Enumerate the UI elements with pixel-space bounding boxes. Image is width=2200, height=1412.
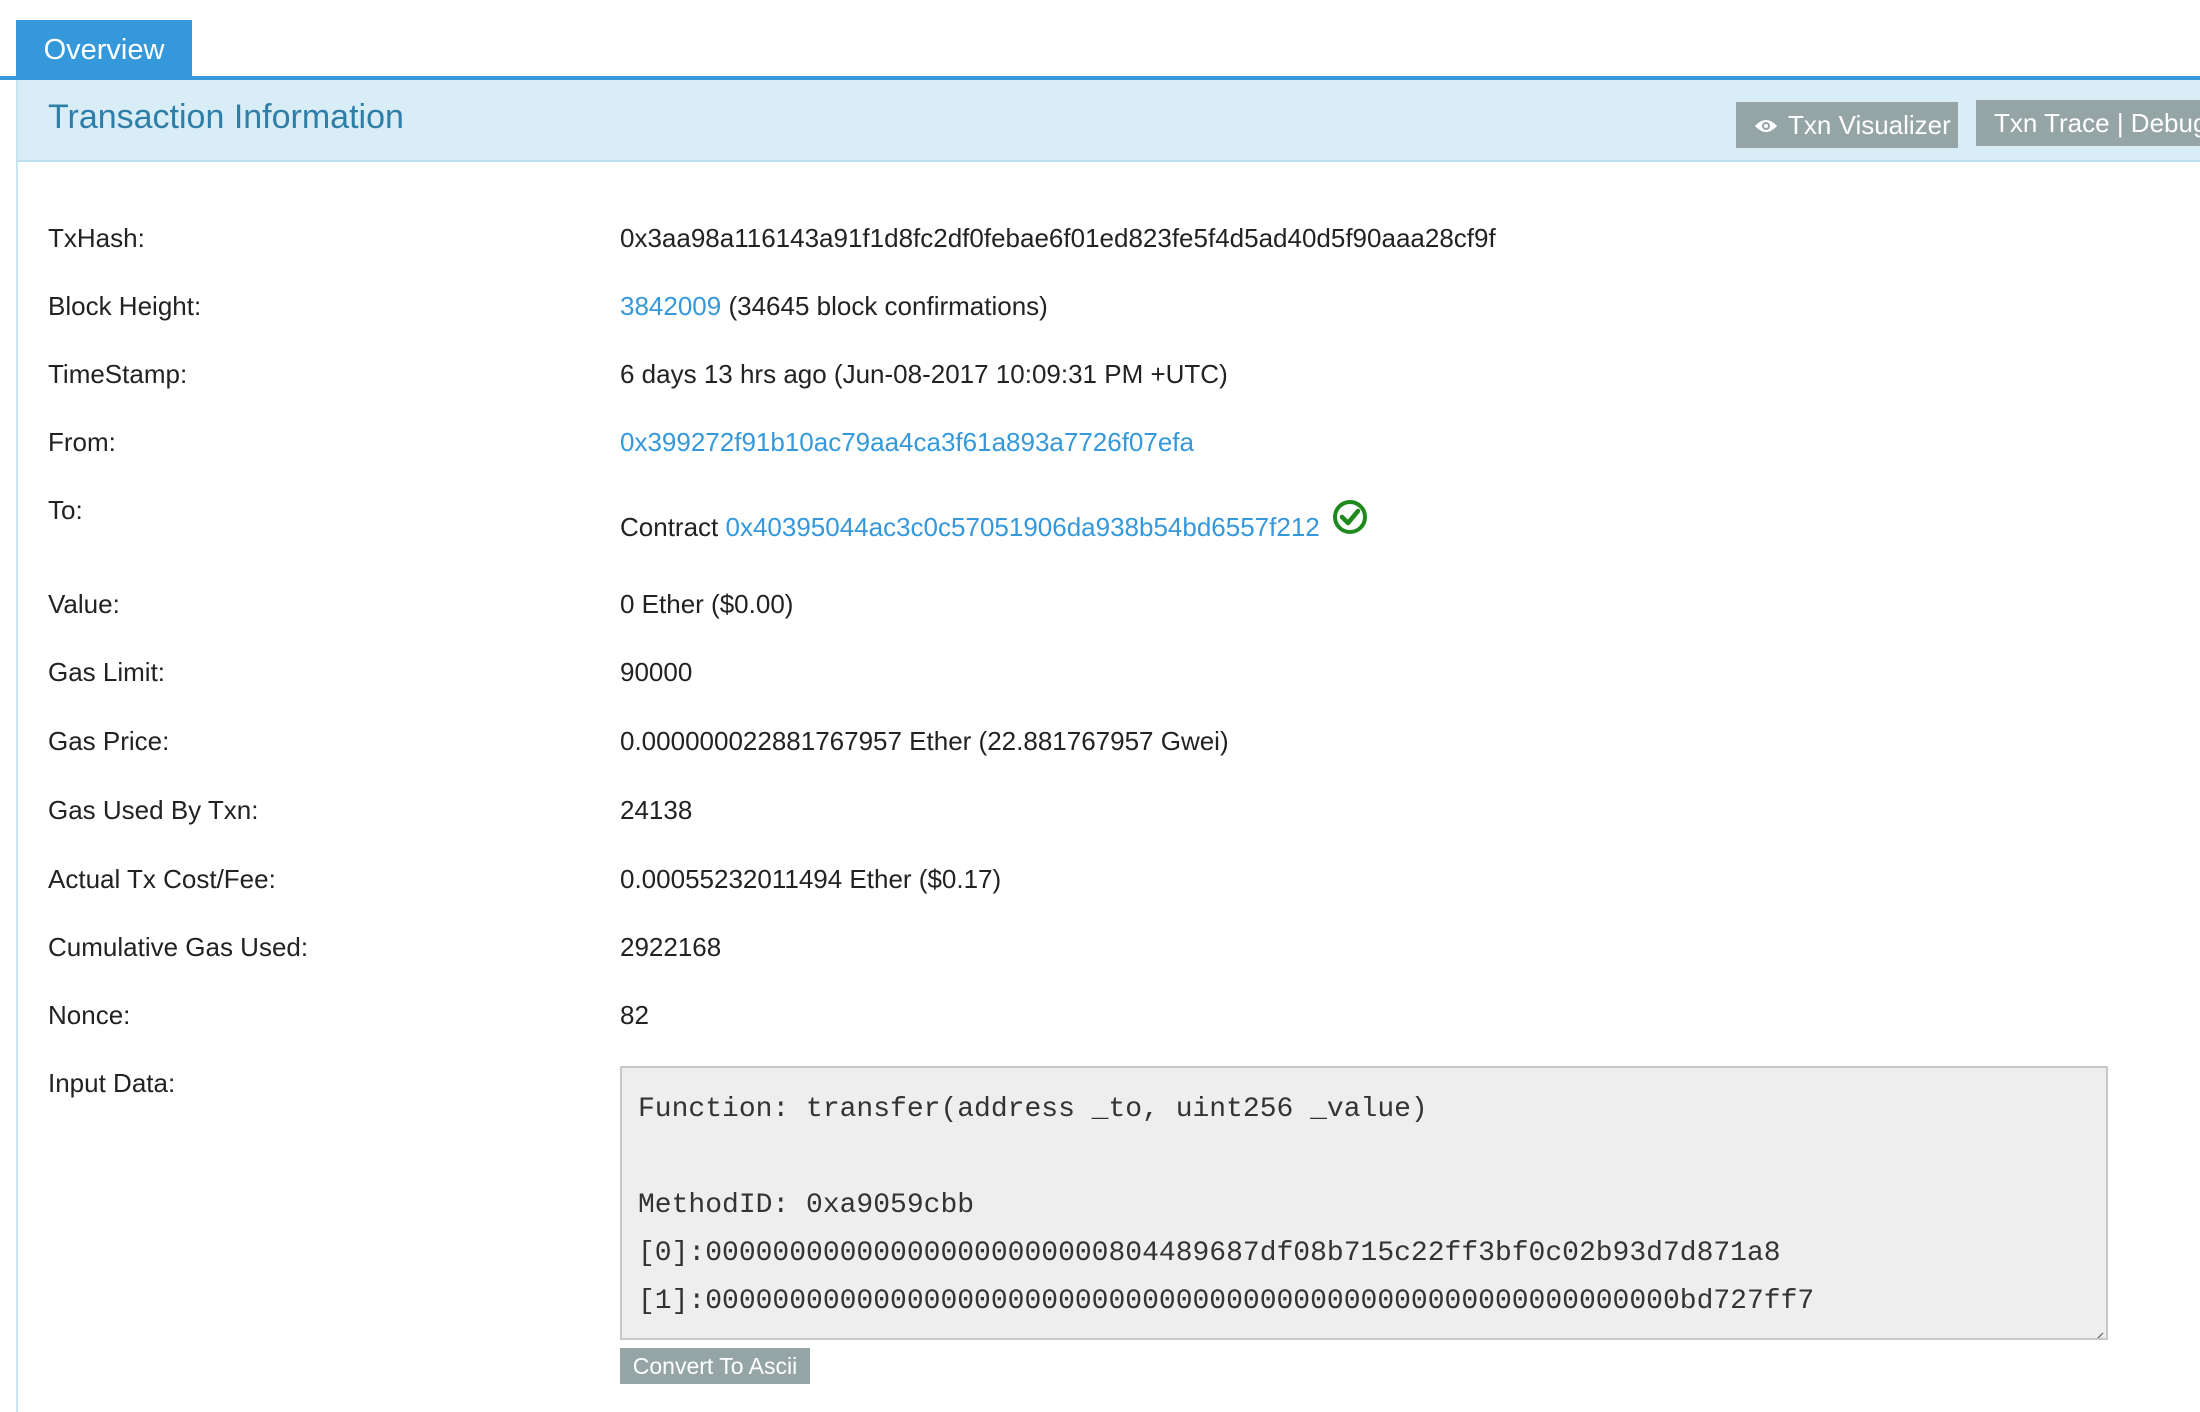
block-height-label: Block Height:: [48, 291, 202, 321]
tab-overview[interactable]: Overview: [16, 20, 192, 80]
nonce-label: Nonce:: [48, 1000, 131, 1030]
block-confirmations: (34645 block confirmations): [721, 291, 1048, 321]
txn-trace-debug-button[interactable]: Txn Trace | Debug: [1976, 100, 2200, 146]
timestamp-label: TimeStamp:: [48, 359, 188, 389]
to-value: Contract 0x40395044ac3c0c57051906da938b5…: [620, 499, 1368, 543]
value-label: Value:: [48, 589, 120, 619]
nonce-value: 82: [620, 1000, 649, 1030]
cumulative-gas-value: 2922168: [620, 932, 722, 962]
gas-price-value: 0.000000022881767957 Ether (22.881767957…: [620, 726, 1229, 756]
from-value: 0x399272f91b10ac79aa4ca3f61a893a7726f07e…: [620, 427, 1194, 458]
txhash-value: 0x3aa98a116143a91f1d8fc2df0febae6f01ed82…: [620, 223, 1496, 253]
block-number-link[interactable]: 3842009: [620, 291, 721, 321]
verified-check-icon: [1332, 499, 1368, 542]
from-address-link[interactable]: 0x399272f91b10ac79aa4ca3f61a893a7726f07e…: [620, 427, 1194, 457]
cumulative-gas-label: Cumulative Gas Used:: [48, 932, 309, 962]
method-id: MethodID: 0xa9059cbb: [638, 1190, 975, 1221]
contract-address-link[interactable]: 0x40395044ac3c0c57051906da938b54bd6557f2…: [726, 512, 1320, 542]
convert-to-ascii-button[interactable]: Convert To Ascii: [620, 1348, 810, 1384]
gas-used-label: Gas Used By Txn:: [48, 795, 259, 825]
timestamp-value: 6 days 13 hrs ago (Jun-08-2017 10:09:31 …: [620, 359, 1228, 389]
param-0: [0]:000000000000000000000000804489687df0…: [638, 1238, 1781, 1269]
tx-cost-value: 0.00055232011494 Ether ($0.17): [620, 864, 1002, 894]
panel-header: Transaction Information Txn Visualizer T…: [18, 80, 2200, 162]
gas-used-value: 24138: [620, 795, 693, 825]
gas-limit-value: 90000: [620, 657, 693, 687]
param-1: [1]:000000000000000000000000000000000000…: [638, 1286, 1815, 1317]
resize-handle-icon[interactable]: [2090, 1322, 2104, 1338]
from-label: From:: [48, 427, 116, 457]
page-title: Transaction Information: [48, 98, 404, 136]
value-amount: 0 Ether ($0.00): [620, 589, 794, 619]
tx-cost-label: Actual Tx Cost/Fee:: [48, 864, 276, 894]
to-prefix: Contract: [620, 512, 726, 542]
input-data-textarea[interactable]: Function: transfer(address _to, uint256 …: [620, 1066, 2108, 1340]
function-signature: Function: transfer(address _to, uint256 …: [638, 1094, 1428, 1125]
to-label: To:: [48, 495, 83, 525]
block-height-value: 3842009 (34645 block confirmations): [620, 291, 1048, 322]
eye-icon: [1754, 102, 1778, 148]
txhash-label: TxHash:: [48, 223, 145, 253]
input-data-label: Input Data:: [48, 1068, 176, 1098]
tab-bar: Overview: [0, 0, 2200, 80]
gas-limit-label: Gas Limit:: [48, 657, 166, 687]
transaction-panel: Transaction Information Txn Visualizer T…: [16, 80, 2200, 1412]
gas-price-label: Gas Price:: [48, 726, 170, 756]
txn-visualizer-button[interactable]: Txn Visualizer: [1736, 102, 1958, 148]
txn-visualizer-label: Txn Visualizer: [1788, 110, 1951, 140]
